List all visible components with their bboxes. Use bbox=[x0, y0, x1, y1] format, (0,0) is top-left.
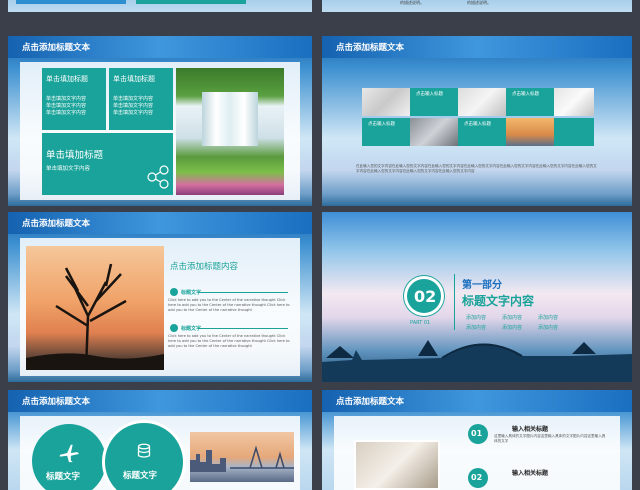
slide-1[interactable]: 点击添加标题文本 单击填加标题 单击填加文字内容 单击填加文字内容 单击填加文字… bbox=[8, 36, 312, 206]
share-icon bbox=[147, 165, 169, 189]
slide-grid: 的描述说明。 的描述说明。 点击添加标题文本 单击填加标题 单击填加文字内容 单… bbox=[0, 0, 640, 490]
divider-line bbox=[198, 328, 288, 329]
step-title: 输入相关标题 bbox=[512, 470, 549, 477]
slide-header-title: 点击添加标题文本 bbox=[336, 397, 405, 407]
list-item: 添加内容 bbox=[538, 325, 559, 331]
section-number: 02 bbox=[414, 287, 437, 306]
step-title: 输入相关标题 bbox=[512, 426, 549, 433]
slide-header-band: 点击添加标题文本 bbox=[322, 390, 632, 412]
waterfall bbox=[202, 92, 258, 146]
label-box[interactable]: 点击输入标题 bbox=[458, 118, 506, 146]
part-label: PART 01 bbox=[410, 320, 431, 326]
city-skyline bbox=[190, 445, 294, 472]
office-photo bbox=[354, 440, 440, 490]
label-text: 点击输入标题 bbox=[512, 92, 539, 97]
label-box-empty bbox=[554, 118, 594, 146]
box-title: 单击填加标题 bbox=[113, 75, 155, 83]
bullet-dot bbox=[170, 288, 178, 296]
list-item: 添加内容 bbox=[538, 315, 559, 321]
teal-strip bbox=[16, 0, 126, 4]
label-text: 点击输入标题 bbox=[416, 92, 443, 97]
step-number: 02 bbox=[471, 473, 483, 482]
circle-badge-1[interactable]: 标题文字 bbox=[32, 424, 106, 490]
slide-6[interactable]: 点击添加标题文本 01 输入相关标题 这里输入具体的文字图片内容这里输入具体的文… bbox=[322, 390, 632, 490]
slide-3[interactable]: 点击添加标题文本 点击添加标题内容 标题文字 Click here to add… bbox=[8, 212, 312, 382]
box-line: 单击填加文字内容 bbox=[113, 110, 154, 116]
photo-office-1 bbox=[362, 88, 410, 116]
step-number: 01 bbox=[471, 429, 483, 438]
label-text: 点击输入标题 bbox=[368, 122, 395, 127]
box-line: 单击填加文字内容 bbox=[113, 103, 154, 109]
slide-header-title: 点击添加标题文本 bbox=[22, 43, 91, 53]
step-desc: 这里输入具体的文字图片内容这里输入具体的文字图片内容这里输入具体的文字 bbox=[494, 434, 606, 443]
box-line: 单击填加文字内容 bbox=[113, 96, 154, 102]
tree-silhouette bbox=[26, 263, 164, 370]
waterfall-photo bbox=[176, 68, 284, 195]
box-line: 单击填加文字内容 bbox=[46, 103, 87, 109]
circle-label: 标题文字 bbox=[46, 472, 81, 482]
photo-office-2 bbox=[458, 88, 506, 116]
slide-5[interactable]: 点击添加标题文本 标题文字 标题文字 bbox=[8, 390, 312, 490]
bridge-landscape bbox=[322, 340, 632, 382]
label-text: 点击输入标题 bbox=[464, 122, 491, 127]
sunset-tree-photo bbox=[26, 246, 164, 370]
slide-4[interactable]: 02 PART 01 第一部分 标题文字内容 添加内容 添加内容 添加内容 添加… bbox=[322, 212, 632, 382]
airplane-icon bbox=[59, 444, 80, 463]
slide-header-title: 点击添加标题文本 bbox=[22, 397, 91, 407]
photo-office-3 bbox=[554, 88, 594, 116]
section-title: 点击添加标题内容 bbox=[170, 262, 239, 272]
photo-handshake bbox=[410, 118, 458, 146]
slide-header-band: 点击添加标题文本 bbox=[8, 36, 312, 58]
landscape-scene bbox=[322, 146, 632, 206]
list-item: 添加内容 bbox=[502, 325, 523, 331]
wide-box-sub: 单击填加文字内容 bbox=[46, 166, 91, 172]
slide-header-title: 点击添加标题文本 bbox=[336, 43, 405, 53]
item-body: Click here to add you to the Center of t… bbox=[168, 298, 290, 312]
slide-header-band: 点击添加标题文本 bbox=[322, 36, 632, 58]
box-line: 单击填加文字内容 bbox=[46, 96, 87, 102]
label-box[interactable]: 点击输入标题 bbox=[362, 118, 410, 146]
number-circle: 02 bbox=[404, 276, 444, 316]
bullet-dot bbox=[170, 324, 178, 332]
wide-box-title: 单击填加标题 bbox=[46, 150, 104, 161]
vertical-divider bbox=[454, 274, 455, 330]
title-box-2[interactable]: 单击填加标题 单击填加文字内容 单击填加文字内容 单击填加文字内容 bbox=[109, 68, 173, 130]
divider-line bbox=[198, 292, 288, 293]
step-circle[interactable]: 01 bbox=[468, 424, 488, 444]
label-box[interactable]: 点击输入标题 bbox=[410, 88, 458, 116]
step-circle[interactable]: 02 bbox=[468, 468, 488, 488]
slide-2[interactable]: 点击添加标题文本 点击输入标题 点击输入标题 点击输入标题 点击输入标题 在此输… bbox=[322, 36, 632, 206]
desc-text: 的描述说明。 bbox=[400, 0, 424, 5]
list-item: 添加内容 bbox=[502, 315, 523, 321]
box-title: 单击填加标题 bbox=[46, 75, 88, 83]
list-item: 添加内容 bbox=[466, 315, 487, 321]
slide-header-title: 点击添加标题文本 bbox=[22, 219, 91, 229]
body-text: 在此输入您的文字内容在此输入您的文字内容在此输入您的文字内容在此输入您的文字内容… bbox=[356, 164, 597, 173]
part-subheading: 标题文字内容 bbox=[462, 294, 535, 308]
photo-city bbox=[506, 118, 554, 146]
desc-text: 的描述说明。 bbox=[467, 0, 491, 5]
title-box-wide[interactable]: 单击填加标题 单击填加文字内容 bbox=[42, 133, 173, 195]
item-body: Click here to add you to the Center of t… bbox=[168, 334, 290, 348]
list-item: 添加内容 bbox=[466, 325, 487, 331]
label-box[interactable]: 点击输入标题 bbox=[506, 88, 554, 116]
circle-label: 标题文字 bbox=[123, 471, 158, 481]
title-box-1[interactable]: 单击填加标题 单击填加文字内容 单击填加文字内容 单击填加文字内容 bbox=[42, 68, 106, 130]
box-line: 单击填加文字内容 bbox=[46, 110, 87, 116]
slide-top-right[interactable]: 的描述说明。 的描述说明。 bbox=[322, 0, 632, 12]
slide-top-left[interactable] bbox=[8, 0, 312, 12]
slide-header-band: 点击添加标题文本 bbox=[8, 212, 312, 234]
slide-header-band: 点击添加标题文本 bbox=[8, 390, 312, 412]
coins-icon bbox=[137, 443, 151, 458]
teal-strip bbox=[136, 0, 246, 4]
city-bridge-photo bbox=[190, 432, 294, 482]
part-heading: 第一部分 bbox=[462, 280, 502, 291]
